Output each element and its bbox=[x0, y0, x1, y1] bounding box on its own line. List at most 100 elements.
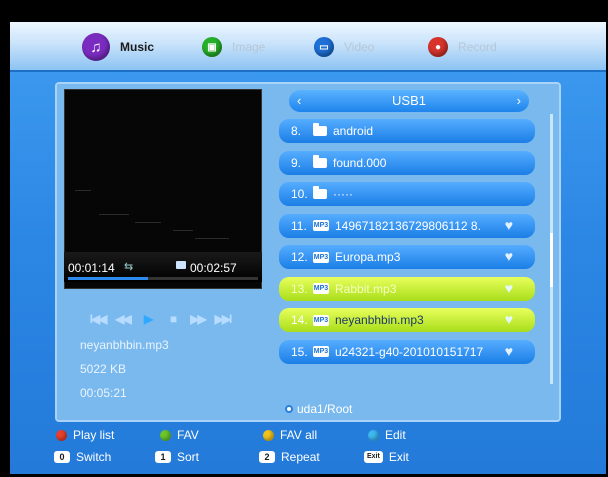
file-number: 12. bbox=[291, 250, 308, 264]
playback-time-bar: 00:01:14 ⇆ 00:02:57 bbox=[64, 252, 262, 282]
file-name: neyanbhbin.mp3 bbox=[335, 313, 424, 327]
tab-video[interactable]: ▭ Video bbox=[314, 31, 374, 63]
file-name: Rabbit.mp3 bbox=[335, 281, 397, 296]
blue-button-icon bbox=[368, 429, 379, 441]
hint-playlist-label: Play list bbox=[73, 428, 115, 442]
file-list-item[interactable]: 13. MP3 Rabbit.mp3 ♥ bbox=[279, 276, 535, 301]
hint-fav-all[interactable]: FAV all bbox=[263, 428, 317, 442]
tab-image-label: Image bbox=[232, 40, 266, 54]
file-name: found.000 bbox=[333, 155, 387, 170]
mp3-file-icon: MP3 bbox=[313, 251, 329, 263]
music-note-icon: ♫ bbox=[82, 33, 110, 61]
hint-fav[interactable]: FAV bbox=[160, 428, 199, 442]
stop-button[interactable]: ■ bbox=[164, 312, 181, 326]
hint-fav-label: FAV bbox=[177, 428, 199, 442]
hint-exit-label: Exit bbox=[388, 450, 409, 464]
repeat-icon: ⇆ bbox=[124, 261, 134, 273]
file-list-item[interactable]: 12. MP3 Europa.mp3 ♥ bbox=[279, 245, 535, 269]
folder-icon bbox=[313, 154, 327, 168]
file-name: android bbox=[333, 124, 374, 138]
file-number: 8. bbox=[291, 124, 302, 138]
file-number: 14. bbox=[291, 313, 308, 327]
tab-record[interactable]: ● Record bbox=[428, 31, 497, 63]
hint-sort[interactable]: 1 Sort bbox=[155, 450, 199, 464]
hint-fav-all-label: FAV all bbox=[280, 428, 318, 442]
file-list-item[interactable]: 8. android bbox=[279, 119, 535, 143]
folder-icon bbox=[313, 186, 327, 199]
progress-fill bbox=[68, 277, 148, 280]
scroll-thumb[interactable] bbox=[550, 232, 553, 287]
key-0-icon: 0 bbox=[54, 451, 70, 463]
playback-controls: I◀◀ ◀◀ ▶ ■ ▶▶ ▶▶I bbox=[89, 312, 233, 326]
mp3-file-icon: MP3 bbox=[313, 346, 329, 357]
record-icon: ● bbox=[428, 37, 448, 57]
file-number: 9. bbox=[291, 155, 302, 170]
file-name: 14967182136729806112 8. bbox=[335, 218, 481, 233]
track-duration: 00:05:21 bbox=[80, 386, 127, 400]
key-2-icon: 2 bbox=[259, 451, 275, 463]
total-time: 00:02:57 bbox=[190, 261, 237, 275]
play-button[interactable]: ▶ bbox=[139, 312, 156, 326]
progress-bar[interactable] bbox=[68, 277, 258, 280]
file-list-item[interactable]: 10. ····· bbox=[279, 182, 535, 206]
file-name: Europa.mp3 bbox=[335, 250, 401, 264]
file-list-item[interactable]: 14. MP3 neyanbhbin.mp3 ♥ bbox=[279, 308, 535, 332]
device-next-button[interactable]: › bbox=[517, 93, 521, 108]
file-name: ····· bbox=[333, 187, 353, 201]
folder-icon bbox=[313, 123, 327, 136]
track-filename: neyanbhbin.mp3 bbox=[80, 338, 169, 352]
hint-repeat-label: Repeat bbox=[281, 450, 320, 464]
current-time: 00:01:14 bbox=[68, 261, 115, 275]
device-title: USB1 bbox=[392, 93, 426, 108]
rewind-button[interactable]: ◀◀ bbox=[114, 312, 131, 326]
file-number: 11. bbox=[291, 218, 307, 233]
mp3-file-icon: MP3 bbox=[313, 220, 329, 231]
hint-playlist[interactable]: Play list bbox=[56, 428, 114, 442]
red-button-icon bbox=[56, 429, 67, 441]
skip-previous-button[interactable]: I◀◀ bbox=[89, 312, 108, 326]
file-number: 15. bbox=[291, 344, 308, 359]
favorite-heart-icon: ♥ bbox=[504, 279, 513, 296]
hint-switch-label: Switch bbox=[76, 450, 112, 464]
file-list-item[interactable]: 11. MP3 14967182136729806112 8. ♥ bbox=[279, 213, 535, 238]
exit-key-icon: Exit bbox=[364, 451, 383, 463]
favorite-heart-icon: ♥ bbox=[504, 342, 513, 359]
tab-music[interactable]: ♫ Music bbox=[82, 31, 154, 63]
device-header: ‹ USB1 › bbox=[289, 90, 529, 112]
hint-edit-label: Edit bbox=[385, 428, 406, 442]
hint-exit[interactable]: Exit Exit bbox=[364, 450, 409, 464]
mp3-file-icon: MP3 bbox=[313, 283, 329, 294]
file-list-scrollbar[interactable] bbox=[550, 114, 553, 384]
main-panel: 00:01:14 ⇆ 00:02:57 I◀◀ ◀◀ ▶ ■ ▶▶ ▶▶I ne… bbox=[55, 82, 561, 422]
hint-repeat[interactable]: 2 Repeat bbox=[259, 450, 320, 464]
yellow-button-icon bbox=[263, 429, 274, 441]
favorite-heart-icon: ♥ bbox=[504, 248, 513, 264]
mp3-file-icon: MP3 bbox=[313, 314, 329, 326]
hint-sort-label: Sort bbox=[177, 450, 200, 464]
green-button-icon bbox=[160, 429, 171, 441]
tab-image[interactable]: ▣ Image bbox=[202, 31, 265, 63]
file-number: 13. bbox=[291, 281, 308, 296]
fast-forward-button[interactable]: ▶▶ bbox=[189, 312, 206, 326]
file-list-item[interactable]: 9. found.000 bbox=[279, 150, 535, 175]
screen: ♫ Music ▣ Image ▭ Video ● Record 00:01:1… bbox=[10, 22, 606, 474]
favorite-heart-icon: ♥ bbox=[504, 311, 513, 327]
hint-edit[interactable]: Edit bbox=[368, 428, 406, 442]
tab-video-label: Video bbox=[344, 40, 375, 54]
media-tab-bar: ♫ Music ▣ Image ▭ Video ● Record bbox=[10, 22, 606, 72]
file-number: 10. bbox=[291, 187, 308, 201]
skip-next-button[interactable]: ▶▶I bbox=[214, 312, 233, 326]
tab-record-label: Record bbox=[458, 40, 497, 54]
file-name: u24321-g40-201010151717 bbox=[335, 344, 484, 359]
path-label: uda1/Root bbox=[297, 402, 353, 416]
tab-music-label: Music bbox=[120, 40, 155, 54]
video-icon: ▭ bbox=[314, 37, 334, 57]
path-dot-icon bbox=[285, 405, 293, 413]
folder-icon bbox=[176, 261, 186, 269]
file-list-item[interactable]: 15. MP3 u24321-g40-201010151717 ♥ bbox=[279, 339, 535, 364]
track-filesize: 5022 KB bbox=[80, 362, 127, 376]
hint-switch[interactable]: 0 Switch bbox=[54, 450, 111, 464]
current-path: uda1/Root bbox=[285, 402, 352, 416]
key-1-icon: 1 bbox=[155, 451, 171, 463]
favorite-heart-icon: ♥ bbox=[504, 216, 513, 233]
